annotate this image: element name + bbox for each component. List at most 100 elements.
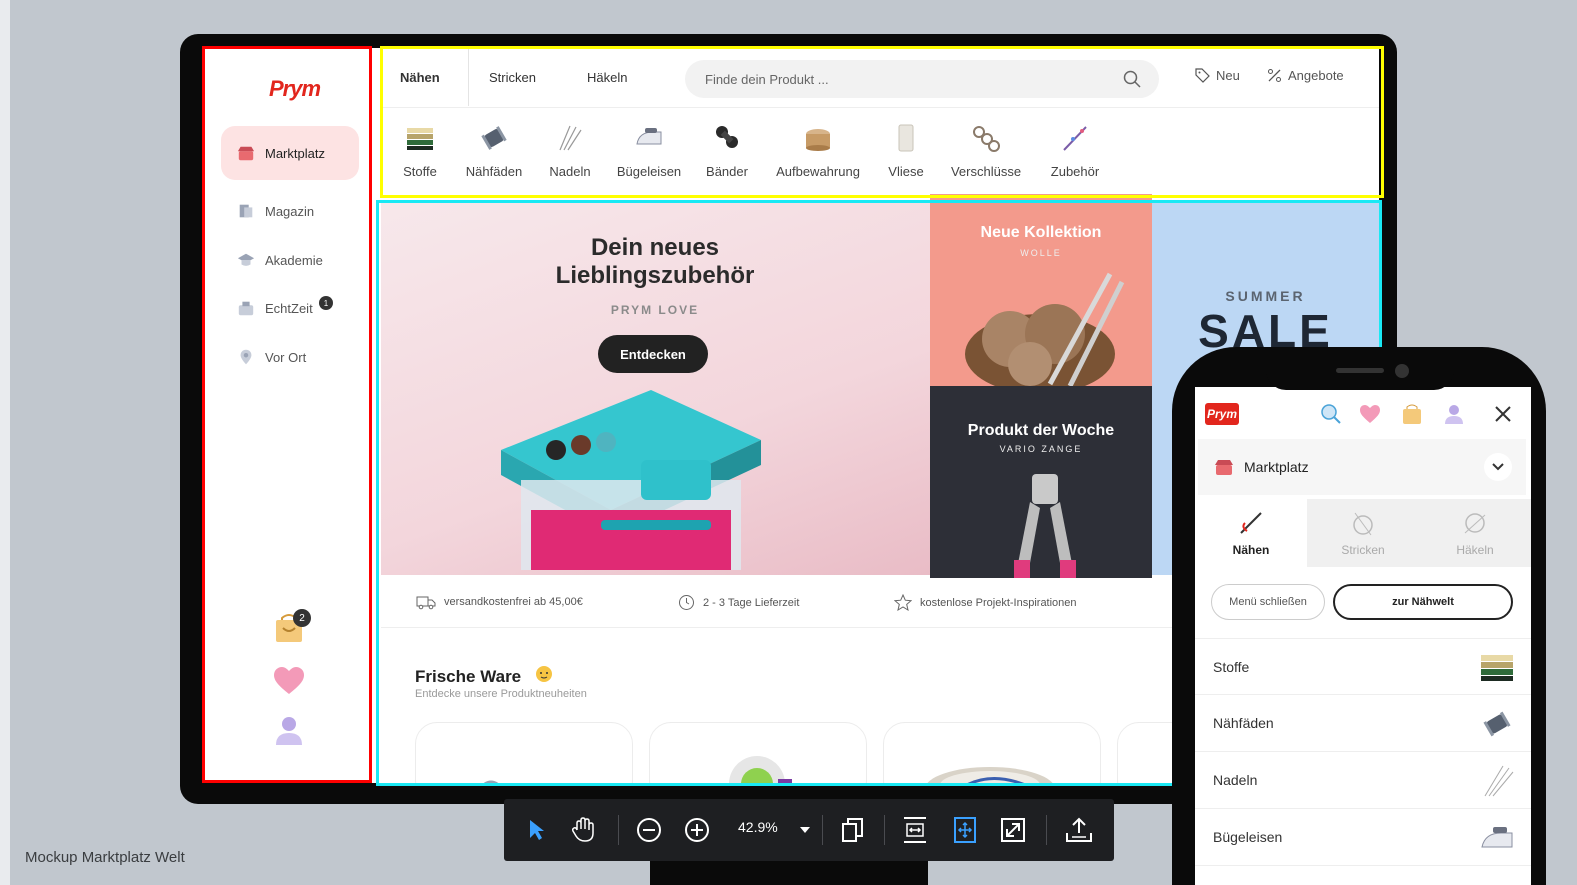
zoom-in-icon (685, 818, 709, 842)
close-icon[interactable] (1492, 403, 1514, 425)
live-icon (238, 301, 254, 316)
category-label: Nadeln (549, 164, 591, 179)
hand-tool-button[interactable] (566, 813, 600, 847)
product-image (729, 756, 792, 783)
mobile-screen: Prym Marktplatz Nähen Stricken Häkeln Me… (1195, 387, 1531, 885)
marketplace-selector[interactable]: Marktplatz (1198, 439, 1526, 495)
sidebar-item-marktplatz[interactable]: Marktplatz (221, 126, 359, 180)
toolbar-separator (884, 815, 885, 845)
list-item-label: Nadeln (1213, 772, 1258, 788)
usp-shipping: versandkostenfrei ab 45,00€ (416, 594, 583, 610)
to-sewing-world-button[interactable]: zur Nähwelt (1333, 584, 1513, 620)
search-icon[interactable] (1123, 70, 1141, 88)
star-icon (894, 594, 912, 611)
hero-cta-button[interactable]: Entdecken (598, 335, 708, 373)
iron-icon (636, 128, 662, 145)
sidebar: Prym Marktplatz Magazin Akademie EchtZei… (203, 48, 371, 783)
category-label: Nähfäden (465, 164, 523, 179)
zoom-in-button[interactable] (680, 813, 714, 847)
category-nadeln[interactable]: Nadeln (525, 110, 615, 179)
tab-haekeln[interactable]: Häkeln (587, 48, 627, 106)
heart-icon[interactable] (1359, 403, 1381, 425)
new-label: Neu (1216, 68, 1240, 83)
search-icon[interactable] (1320, 403, 1342, 425)
clock-icon (679, 595, 694, 610)
bag-icon[interactable] (1401, 403, 1423, 425)
account-button[interactable] (273, 714, 305, 748)
prym-logo[interactable]: Prym (269, 76, 321, 102)
crochet-icon (1464, 513, 1486, 534)
sidebar-item-label: EchtZeit (265, 300, 313, 316)
category-buegeleisen[interactable]: Bügeleisen (604, 110, 694, 179)
mobile-tab-stricken[interactable]: Stricken (1307, 499, 1419, 567)
location-pin-icon (240, 349, 252, 365)
select-tool-button[interactable] (520, 813, 554, 847)
pages-button[interactable] (836, 813, 870, 847)
category-baender[interactable]: Bänder (682, 110, 772, 179)
mobile-tab-haekeln[interactable]: Häkeln (1419, 499, 1531, 567)
product-card[interactable] (649, 722, 867, 783)
fit-width-button[interactable] (898, 813, 932, 847)
percent-icon (1268, 69, 1281, 82)
sidebar-item-akademie[interactable]: Akademie (221, 240, 359, 280)
accessories-icon (1063, 126, 1087, 151)
hero-title: Dein neues Lieblingszubehör (381, 234, 929, 290)
fit-page-icon (954, 817, 976, 843)
zoom-out-icon (637, 818, 661, 842)
sidebar-item-vor-ort[interactable]: Vor Ort (221, 337, 359, 377)
mobile-category-buegeleisen[interactable]: Bügeleisen (1195, 809, 1531, 866)
category-label: Stoffe (403, 164, 437, 179)
sidebar-item-echtzeit[interactable]: EchtZeit 1 (221, 288, 359, 328)
offers-link[interactable]: Angebote (1267, 68, 1344, 83)
prym-logo-mobile[interactable]: Prym (1205, 403, 1239, 425)
tile-product-of-week[interactable]: Produkt der Woche VARIO ZANGE (930, 386, 1152, 578)
usp-inspiration: kostenlose Projekt-Inspirationen (894, 594, 1077, 611)
fullscreen-button[interactable] (996, 813, 1030, 847)
toolbar-separator (822, 815, 823, 845)
viewer-toolbar: 42.9% (504, 799, 1114, 861)
section-title-text: Frische Ware (415, 667, 522, 686)
needles-icon (1484, 765, 1514, 797)
fit-page-button[interactable] (948, 813, 982, 847)
category-zubehoer[interactable]: Zubehör (1030, 110, 1120, 179)
graduation-cap-icon (237, 253, 255, 266)
shop-icon (1215, 460, 1233, 475)
product-card[interactable] (415, 722, 633, 783)
zoom-dropdown-button[interactable] (788, 813, 822, 847)
new-link[interactable]: Neu (1195, 68, 1240, 83)
tab-stricken[interactable]: Stricken (489, 48, 536, 106)
cursor-icon (530, 820, 544, 840)
user-icon[interactable] (1443, 403, 1465, 425)
fabric-stack-icon (407, 128, 433, 150)
mobile-category-naehfaeden[interactable]: Nähfäden (1195, 695, 1531, 752)
mobile-category-stoffe[interactable]: Stoffe (1195, 638, 1531, 695)
zoom-level[interactable]: 42.9% (738, 819, 778, 835)
product-card[interactable] (883, 722, 1101, 783)
fabric-stack-icon (1481, 655, 1513, 681)
hero-banner[interactable]: Dein neues Lieblingszubehör PRYM LOVE En… (381, 200, 933, 575)
favorites-button[interactable] (273, 664, 305, 698)
hero-subtitle: PRYM LOVE (610, 303, 700, 317)
tab-naehen[interactable]: Nähen (400, 48, 469, 106)
mobile-tab-label: Häkeln (1456, 543, 1494, 557)
category-aufbewahrung[interactable]: Aufbewahrung (773, 110, 863, 179)
sidebar-item-magazin[interactable]: Magazin (221, 191, 359, 231)
export-button[interactable] (1062, 813, 1096, 847)
tile-title: Neue Kollektion (980, 224, 1102, 241)
needles-icon (559, 125, 582, 151)
tile-title: Produkt der Woche (967, 422, 1115, 439)
marketplace-label: Marktplatz (1244, 459, 1309, 475)
category-verschluesse[interactable]: Verschlüsse (941, 110, 1031, 179)
category-vliese[interactable]: Vliese (861, 110, 951, 179)
zoom-out-button[interactable] (632, 813, 666, 847)
search-input[interactable]: Finde dein Produkt ... (685, 60, 1159, 98)
section-subtitle: Entdecke unsere Produktneuheiten (415, 688, 587, 700)
tile-new-collection[interactable]: Neue Kollektion WOLLE (930, 194, 1152, 386)
category-bar: Stoffe Nähfäden Nadeln Bügeleisen Bänder… (381, 110, 1379, 195)
mobile-category-nadeln[interactable]: Nadeln (1195, 752, 1531, 809)
chevron-down-icon[interactable] (1484, 453, 1512, 481)
cart-button[interactable]: 2 (273, 609, 311, 645)
sidebar-item-label: Vor Ort (265, 349, 307, 365)
close-menu-button[interactable]: Menü schließen (1211, 584, 1325, 620)
mobile-tab-naehen[interactable]: Nähen (1195, 499, 1307, 567)
